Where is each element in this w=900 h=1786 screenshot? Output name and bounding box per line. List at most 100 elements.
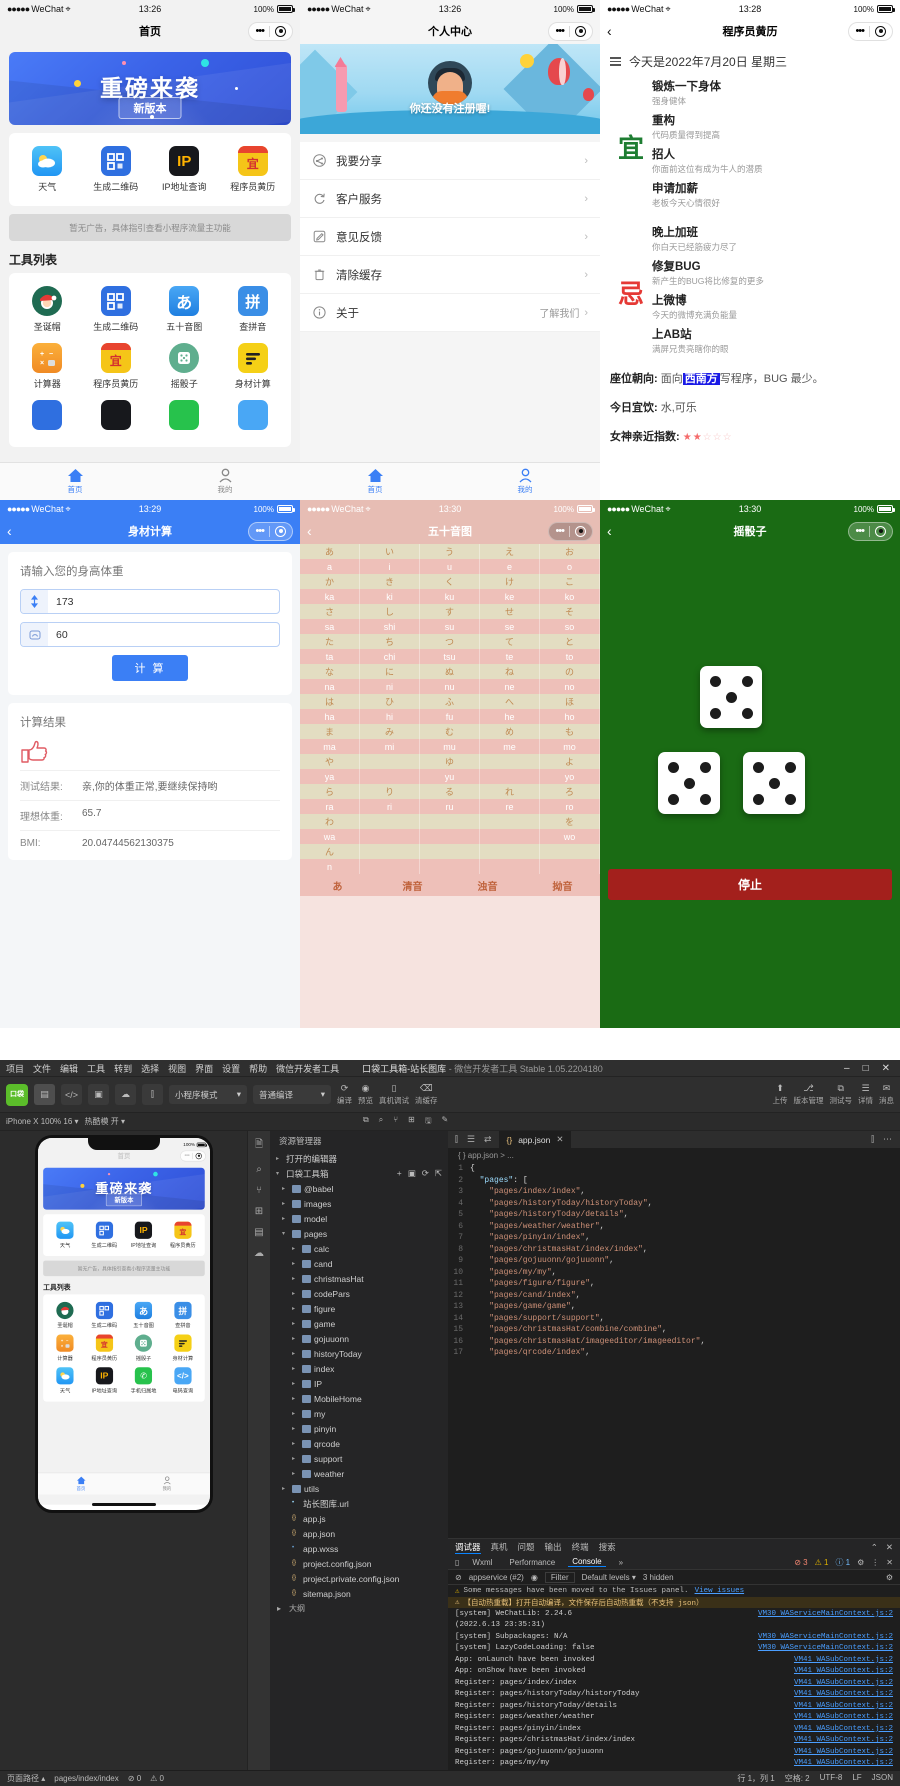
kana-cell[interactable]: な xyxy=(300,664,360,679)
more-icon[interactable]: ••• xyxy=(555,526,564,537)
compile-action[interactable]: ⟳编译 xyxy=(337,1083,352,1106)
kana-cell[interactable]: fu xyxy=(420,709,480,724)
message-action[interactable]: ✉消息 xyxy=(879,1083,894,1106)
refresh-icon[interactable]: ⟳ xyxy=(422,1168,429,1179)
tool-phone-area[interactable]: ✆手机归属地 xyxy=(123,1364,162,1397)
more-icon[interactable]: ••• xyxy=(555,26,564,37)
kana-cell[interactable] xyxy=(480,814,540,829)
more-icon[interactable]: ••• xyxy=(855,526,864,537)
preview-action[interactable]: ◉预览 xyxy=(358,1083,373,1106)
split-toggle-button[interactable]: ⫿ xyxy=(142,1084,163,1105)
file-tree-node[interactable]: ▸IP xyxy=(270,1376,448,1391)
close-icon[interactable]: ✕ xyxy=(886,1542,893,1553)
file-tree-node[interactable]: {}sitemap.json xyxy=(270,1586,448,1601)
kana-cell[interactable]: hi xyxy=(360,709,420,724)
subtab-console[interactable]: Console xyxy=(568,1557,605,1567)
file-tree-node[interactable]: ▸gojuuonn xyxy=(270,1331,448,1346)
quick-tool-qrcode[interactable]: 生成二维码 xyxy=(84,1219,123,1252)
kana-cell[interactable]: yo xyxy=(540,769,600,784)
kana-cell[interactable] xyxy=(360,754,420,769)
tool-figure[interactable]: 身材计算 xyxy=(219,338,288,395)
log-source-link[interactable]: VM41 WASubContext.js:2 xyxy=(794,1748,893,1756)
file-tree-node[interactable]: ▸cand xyxy=(270,1256,448,1271)
kana-cell[interactable]: り xyxy=(360,784,420,799)
editor-toggle-button[interactable]: </> xyxy=(61,1084,82,1105)
kana-cell[interactable] xyxy=(480,859,540,874)
new-folder-icon[interactable]: ▣ xyxy=(408,1168,416,1179)
tool-kana[interactable]: あ五十音图 xyxy=(123,1299,162,1332)
kana-cell[interactable]: い xyxy=(360,544,420,559)
outline-section[interactable]: ▸ 大纲 xyxy=(270,1601,448,1616)
editor-tab-app-json[interactable]: {} app.json ✕ xyxy=(499,1131,572,1148)
wechat-capsule[interactable]: ••• xyxy=(248,522,293,541)
cloud-icon[interactable]: ☁ xyxy=(254,1248,264,1259)
cloud-toggle-button[interactable]: ☁ xyxy=(115,1084,136,1105)
kana-cell[interactable]: ら xyxy=(300,784,360,799)
more-icon[interactable]: ••• xyxy=(184,1153,189,1159)
tool-santa[interactable]: 圣诞帽 xyxy=(13,281,82,338)
log-levels-select[interactable]: Default levels ▾ xyxy=(582,1573,636,1582)
file-tree-node[interactable]: {}project.config.json xyxy=(270,1556,448,1571)
kana-cell[interactable]: ne xyxy=(480,679,540,694)
kana-cell[interactable]: ふ xyxy=(420,694,480,709)
kana-cell[interactable] xyxy=(360,844,420,859)
file-tree-node[interactable]: ▸images xyxy=(270,1196,448,1211)
kana-cell[interactable]: よ xyxy=(540,754,600,769)
status-eol[interactable]: LF xyxy=(852,1773,861,1784)
tab-home[interactable]: 首页 xyxy=(0,463,150,500)
tool-dice[interactable]: 摇骰子 xyxy=(150,338,219,395)
tool-calendar[interactable]: 宜程序员黄历 xyxy=(84,1332,123,1365)
kana-cell[interactable]: wa xyxy=(300,829,360,844)
panel-tab-output[interactable]: 输出 xyxy=(545,1541,562,1553)
panel-tab-realdevice[interactable]: 真机 xyxy=(491,1541,508,1553)
search-icon[interactable]: ⌕ xyxy=(256,1164,262,1175)
kana-cell[interactable] xyxy=(420,829,480,844)
kana-cell[interactable]: う xyxy=(420,544,480,559)
kana-cell[interactable]: せ xyxy=(480,604,540,619)
wrap-icon[interactable]: ⇄ xyxy=(484,1134,492,1145)
file-tree-node[interactable]: ▸christmasHat xyxy=(270,1271,448,1286)
settings-icon[interactable]: ⚙ xyxy=(886,1573,893,1582)
tool-calculator[interactable]: +−× 计算器 xyxy=(13,338,82,395)
status-language[interactable]: JSON xyxy=(872,1773,893,1784)
log-source-link[interactable]: VM41 WASubContext.js:2 xyxy=(794,1656,893,1664)
tool-calculator[interactable]: +−×计算器 xyxy=(45,1332,84,1365)
kana-cell[interactable]: ろ xyxy=(540,784,600,799)
menu-item-about[interactable]: 关于 了解我们 › xyxy=(300,294,600,332)
realdevice-debug-action[interactable]: ▯真机调试 xyxy=(379,1083,409,1106)
kana-cell[interactable]: ぬ xyxy=(420,664,480,679)
kana-cell[interactable]: た xyxy=(300,634,360,649)
clear-cache-action[interactable]: ⌫清缓存 xyxy=(415,1083,438,1106)
wechat-capsule[interactable]: ••• xyxy=(248,22,293,41)
kana-cell[interactable]: し xyxy=(360,604,420,619)
avatar[interactable] xyxy=(428,61,472,105)
kana-cell[interactable] xyxy=(420,859,480,874)
search-icon[interactable]: ⌕ xyxy=(379,1115,383,1129)
kana-cell[interactable]: ra xyxy=(300,799,360,814)
file-tree-node[interactable]: {}app.js xyxy=(270,1511,448,1526)
extensions-icon[interactable]: ⊞ xyxy=(408,1115,415,1129)
explorer-icon[interactable]: 🗎 xyxy=(255,1137,263,1154)
more-icon[interactable]: ⋯ xyxy=(883,1134,892,1145)
tab-home[interactable]: 首页 xyxy=(300,463,450,500)
kana-cell[interactable]: さ xyxy=(300,604,360,619)
kana-cell[interactable]: tsu xyxy=(420,649,480,664)
weight-input-row[interactable]: 60 xyxy=(20,622,280,647)
close-button[interactable]: ✕ xyxy=(882,1063,890,1074)
file-tree-node[interactable]: ▸game xyxy=(270,1316,448,1331)
kana-btn-youon[interactable]: 拗音 xyxy=(525,874,600,896)
kana-cell[interactable] xyxy=(420,814,480,829)
kana-cell[interactable]: e xyxy=(480,559,540,574)
menu-ui[interactable]: 界面 xyxy=(195,1062,213,1075)
panel-tab-problems[interactable]: 问题 xyxy=(518,1541,535,1553)
detail-action[interactable]: ☰详情 xyxy=(858,1083,873,1106)
debug-icon[interactable]: ▤ xyxy=(254,1227,263,1238)
eye-icon[interactable]: ◉ xyxy=(531,1573,538,1582)
split-icon[interactable]: ⫿ xyxy=(455,1134,458,1145)
kana-cell[interactable]: ゆ xyxy=(420,754,480,769)
kana-cell[interactable]: mo xyxy=(540,739,600,754)
kana-cell[interactable]: u xyxy=(420,559,480,574)
filter-input[interactable]: Filter xyxy=(545,1572,575,1583)
kana-cell[interactable] xyxy=(360,769,420,784)
subtab-more[interactable]: » xyxy=(615,1558,627,1567)
